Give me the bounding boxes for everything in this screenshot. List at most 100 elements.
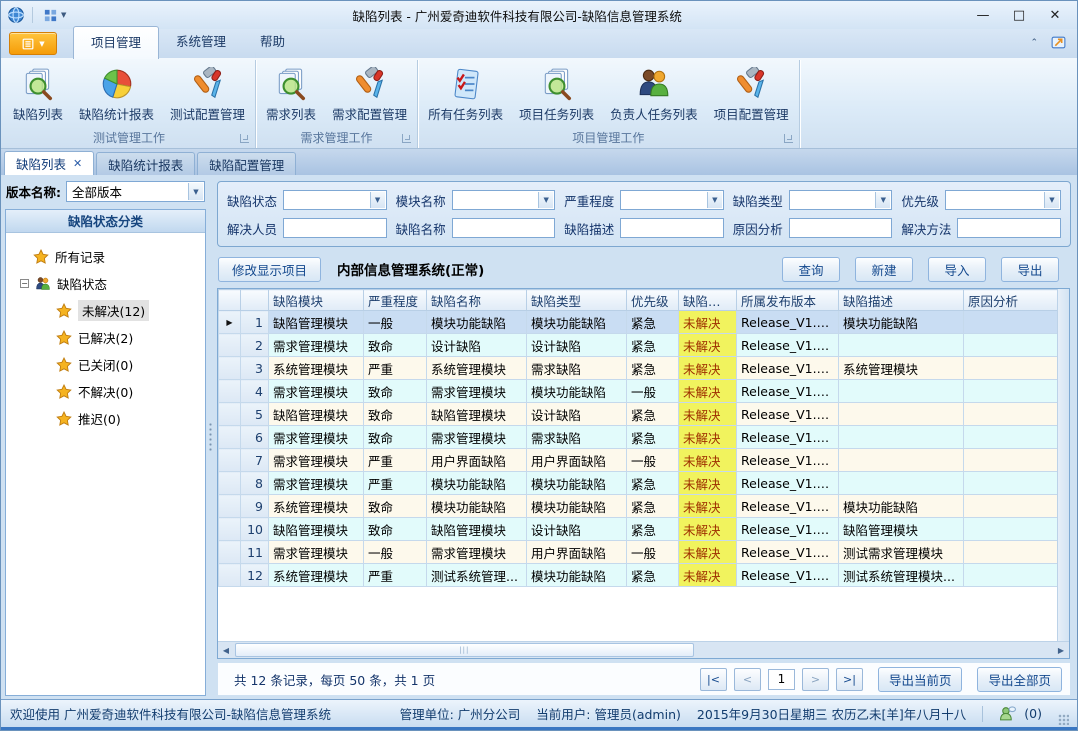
close-icon[interactable]: ✕ (73, 157, 82, 170)
grid-cell[interactable]: 缺陷管理模块 (269, 518, 364, 541)
grid-cell[interactable]: 模块功能缺陷 (527, 564, 627, 587)
dialog-launcher-icon[interactable] (240, 134, 249, 143)
grid-cell[interactable]: 需求缺陷 (527, 426, 627, 449)
grid-cell[interactable]: 缺陷管理模块 (427, 518, 527, 541)
grid-cell[interactable]: 需求管理模块 (269, 426, 364, 449)
grid-cell[interactable]: 致命 (364, 334, 427, 357)
grid-cell[interactable]: 未解决 (679, 472, 737, 495)
grid-cell[interactable]: 严重 (364, 472, 427, 495)
scrollbar-thumb[interactable]: ||| (235, 643, 694, 657)
grid-cell[interactable]: 致命 (364, 426, 427, 449)
messages-icon[interactable] (999, 705, 1016, 722)
row-selector-cell[interactable] (219, 495, 241, 518)
grid-cell[interactable]: 紧急 (627, 311, 679, 334)
table-row[interactable]: 4需求管理模块致命需求管理模块模块功能缺陷一般未解决Release_V1.0.0 (219, 380, 1058, 403)
row-selector-cell[interactable] (219, 449, 241, 472)
column-header[interactable]: 缺陷状态 (679, 290, 737, 311)
table-row[interactable]: 5缺陷管理模块致命缺陷管理模块设计缺陷紧急未解决Release_V1.0.0 (219, 403, 1058, 426)
filter-input-3[interactable] (620, 218, 724, 238)
table-row[interactable]: 3系统管理模块严重系统管理模块需求缺陷紧急未解决Release_V1.2.0系统… (219, 357, 1058, 380)
row-selector-cell[interactable] (219, 334, 241, 357)
ribbon-button[interactable]: 负责人任务列表 (602, 64, 706, 126)
grid-cell[interactable]: 紧急 (627, 518, 679, 541)
ribbon-button[interactable]: 项目配置管理 (706, 64, 797, 126)
grid-cell[interactable] (964, 380, 1058, 403)
grid-cell[interactable] (839, 334, 964, 357)
grid-cell[interactable] (964, 495, 1058, 518)
application-menu-button[interactable]: ▼ (9, 32, 57, 55)
ribbon-tab-2[interactable]: 系统管理 (159, 26, 243, 58)
grid-cell[interactable]: Release_V1.0.0 (737, 449, 839, 472)
version-select[interactable]: 全部版本 ▼ (66, 181, 205, 202)
tree-item[interactable]: 已解决(2) (10, 324, 201, 351)
column-header[interactable]: 缺陷类型 (527, 290, 627, 311)
grid-cell[interactable] (964, 426, 1058, 449)
grid-cell[interactable]: Release_V1.2.0 (737, 311, 839, 334)
column-header[interactable]: 缺陷模块 (269, 290, 364, 311)
doc-tab-3[interactable]: 缺陷配置管理 (197, 152, 296, 175)
grid-cell[interactable]: 未解决 (679, 426, 737, 449)
ribbon-button[interactable]: 测试配置管理 (162, 64, 253, 126)
grid-cell[interactable]: 致命 (364, 380, 427, 403)
grid-cell[interactable]: 模块功能缺陷 (527, 495, 627, 518)
quick-access-toolbar-button[interactable]: ▼ (40, 7, 69, 24)
table-row[interactable]: 7需求管理模块严重用户界面缺陷用户界面缺陷一般未解决Release_V1.0.0 (219, 449, 1058, 472)
grid-cell[interactable]: 缺陷管理模块 (427, 403, 527, 426)
last-page-button[interactable]: >| (836, 668, 863, 691)
new-button[interactable]: 新建 (855, 257, 913, 282)
grid-cell[interactable] (964, 403, 1058, 426)
grid-cell[interactable]: Release_V1.0.0 (737, 380, 839, 403)
row-selector-cell[interactable] (219, 357, 241, 380)
filter-input-1[interactable] (283, 218, 387, 238)
grid-cell[interactable]: Release_V1.1.0 (737, 541, 839, 564)
grid-cell[interactable]: Release_V1.0.0 (737, 472, 839, 495)
scroll-right-icon[interactable]: ▶ (1053, 646, 1069, 655)
grid-cell[interactable]: 未解决 (679, 334, 737, 357)
ribbon-collapse-icon[interactable]: ⌃ (1030, 38, 1038, 48)
grid-cell[interactable] (964, 449, 1058, 472)
grid-cell[interactable]: 致命 (364, 518, 427, 541)
filter-input-5[interactable] (957, 218, 1061, 238)
grid-cell[interactable]: 未解决 (679, 449, 737, 472)
doc-tab-1[interactable]: 缺陷列表✕ (4, 151, 94, 175)
grid-cell[interactable]: 测试系统管理... (427, 564, 527, 587)
close-button[interactable]: ✕ (1037, 8, 1073, 23)
grid-cell[interactable]: 缺陷管理模块 (269, 403, 364, 426)
grid-cell[interactable]: 系统管理模块 (427, 357, 527, 380)
grid-cell[interactable] (839, 472, 964, 495)
grid-cell[interactable]: 需求管理模块 (269, 541, 364, 564)
grid-cell[interactable] (964, 564, 1058, 587)
grid-cell[interactable]: 致命 (364, 495, 427, 518)
grid-cell[interactable]: 用户界面缺陷 (527, 449, 627, 472)
tree-item[interactable]: 不解决(0) (10, 378, 201, 405)
resize-grip[interactable] (1058, 714, 1069, 725)
table-row[interactable]: 12系统管理模块严重测试系统管理...模块功能缺陷紧急未解决Release_V1… (219, 564, 1058, 587)
grid-cell[interactable]: 模块功能缺陷 (427, 495, 527, 518)
grid-cell[interactable]: 设计缺陷 (527, 518, 627, 541)
grid-cell[interactable]: 未解决 (679, 518, 737, 541)
ribbon-button[interactable]: 缺陷列表 (5, 64, 71, 126)
column-header[interactable]: 缺陷名称 (427, 290, 527, 311)
splitter-handle[interactable] (207, 175, 214, 699)
doc-tab-2[interactable]: 缺陷统计报表 (96, 152, 195, 175)
grid-cell[interactable]: 模块功能缺陷 (427, 472, 527, 495)
grid-cell[interactable] (964, 357, 1058, 380)
row-selector-cell[interactable] (219, 564, 241, 587)
grid-cell[interactable] (839, 403, 964, 426)
import-button[interactable]: 导入 (928, 257, 986, 282)
tree-item[interactable]: 推迟(0) (10, 405, 201, 432)
filter-select-2[interactable]: ▼ (452, 190, 556, 210)
ribbon-button[interactable]: 缺陷统计报表 (71, 64, 162, 126)
export-all-pages-button[interactable]: 导出全部页 (977, 667, 1062, 692)
ribbon-button[interactable]: 需求配置管理 (324, 64, 415, 126)
grid-cell[interactable]: 缺陷管理模块 (839, 518, 964, 541)
scrollbar-track[interactable]: ||| (234, 642, 1053, 658)
help-icon[interactable] (1050, 34, 1067, 51)
page-number-input[interactable] (768, 669, 795, 690)
column-header[interactable]: 原因分析 (964, 290, 1058, 311)
grid-cell[interactable]: 未解决 (679, 380, 737, 403)
grid-cell[interactable] (964, 541, 1058, 564)
table-row[interactable]: 11需求管理模块一般需求管理模块用户界面缺陷一般未解决Release_V1.1.… (219, 541, 1058, 564)
grid-cell[interactable]: 一般 (364, 311, 427, 334)
filter-input-4[interactable] (789, 218, 893, 238)
